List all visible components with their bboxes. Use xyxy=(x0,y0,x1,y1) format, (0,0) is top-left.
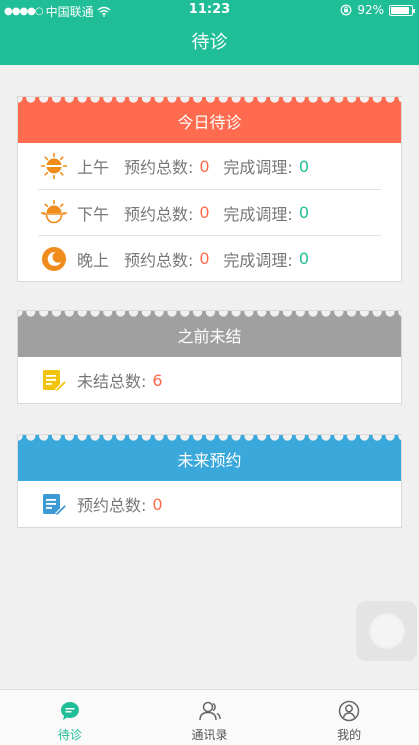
future-appointments-card: 未来预约 预约总数: 0 xyxy=(17,434,403,528)
previous-unfinished-header: 之前未结 xyxy=(18,311,403,357)
scallop-edge xyxy=(18,435,403,441)
unfinished-total-value: 6 xyxy=(152,370,163,390)
future-appointments-header: 未来预约 xyxy=(18,435,403,481)
tab-label: 通讯录 xyxy=(191,728,228,742)
rotation-lock-icon xyxy=(340,4,352,16)
scallop-edge xyxy=(18,97,403,103)
sun-icon xyxy=(40,152,68,180)
booking-total-label: 预约总数: xyxy=(124,250,194,270)
chat-bubble-icon xyxy=(58,699,82,723)
battery-percent: 92% xyxy=(357,3,384,17)
completed-value: 0 xyxy=(298,249,309,268)
booking-total-label: 预约总数: xyxy=(124,158,194,177)
today-pending-title: 今日待诊 xyxy=(177,113,242,132)
note-edit-icon xyxy=(40,366,68,394)
completed-label: 完成调理: xyxy=(223,204,293,224)
tab-label: 我的 xyxy=(337,728,362,742)
assistive-touch-knob xyxy=(368,613,405,649)
previous-unfinished-title: 之前未结 xyxy=(177,327,242,346)
evening-row[interactable]: 晚上 预约总数: 0 完成调理: 0 xyxy=(38,235,381,281)
profile-icon xyxy=(337,699,361,723)
scallop-edge xyxy=(18,311,403,317)
today-pending-card: 今日待诊 上午 预约总数: 0 完成调理: 0 下午 预约总数: 0 完成调理:… xyxy=(17,96,403,282)
tab-bar: 待诊 通讯录 我的 xyxy=(0,689,419,745)
period-label: 晚上 xyxy=(77,250,110,270)
future-appointments-title: 未来预约 xyxy=(177,451,242,470)
future-booking-total-value: 0 xyxy=(152,494,163,514)
previous-unfinished-card: 之前未结 未结总数: 6 xyxy=(17,310,403,404)
completed-value: 0 xyxy=(298,203,309,222)
tab-contacts[interactable]: 通讯录 xyxy=(140,690,280,745)
booking-total-label: 预约总数: xyxy=(124,204,194,224)
morning-row[interactable]: 上午 预约总数: 0 完成调理: 0 xyxy=(38,143,381,189)
sunset-icon xyxy=(40,199,68,227)
completed-value: 0 xyxy=(298,156,309,176)
unfinished-total-label: 未结总数: xyxy=(77,372,147,391)
unfinished-row[interactable]: 未结总数: 6 xyxy=(38,357,381,403)
contacts-icon xyxy=(198,699,222,723)
period-label: 下午 xyxy=(77,204,110,224)
completed-label: 完成调理: xyxy=(223,158,293,177)
tab-mine[interactable]: 我的 xyxy=(279,690,419,745)
tab-label: 待诊 xyxy=(57,728,82,742)
booking-total-value: 0 xyxy=(199,249,210,268)
completed-label: 完成调理: xyxy=(223,250,293,270)
assistive-touch-button[interactable] xyxy=(356,601,417,661)
status-bar: ●●●●○ 中国联通 11:23 92% xyxy=(0,0,419,20)
booking-total-value: 0 xyxy=(199,156,210,176)
note-edit-icon xyxy=(40,490,68,518)
nav-bar: 待诊 xyxy=(0,20,419,65)
page-title: 待诊 xyxy=(191,32,228,53)
moon-icon xyxy=(40,245,68,273)
today-pending-header: 今日待诊 xyxy=(18,97,403,143)
booking-total-value: 0 xyxy=(199,203,210,222)
tab-pending[interactable]: 待诊 xyxy=(0,690,140,745)
afternoon-row[interactable]: 下午 预约总数: 0 完成调理: 0 xyxy=(38,189,381,235)
battery-icon xyxy=(389,4,415,16)
future-booking-row[interactable]: 预约总数: 0 xyxy=(38,481,381,527)
period-label: 上午 xyxy=(77,158,110,177)
future-booking-total-label: 预约总数: xyxy=(77,496,147,515)
